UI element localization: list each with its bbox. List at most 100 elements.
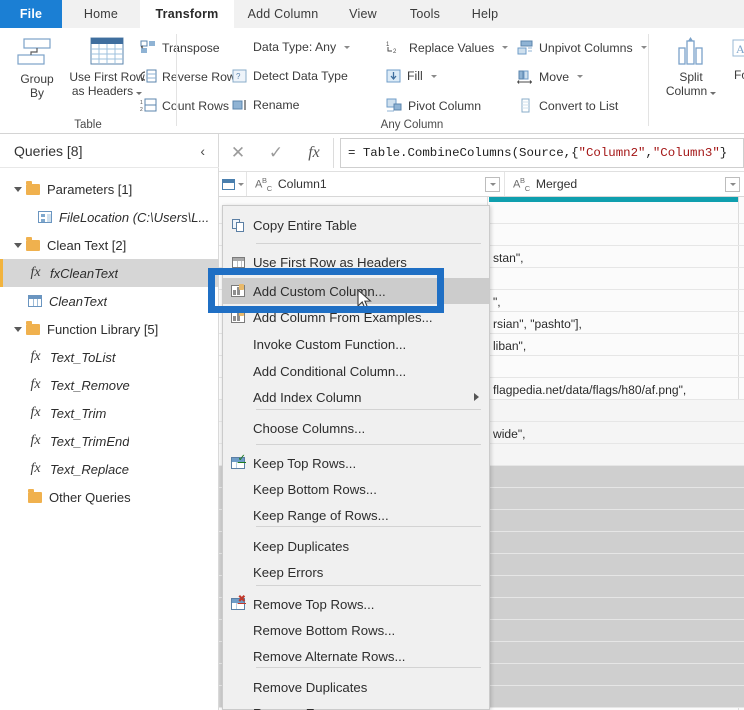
formula-divider <box>333 137 334 168</box>
menu-item-invoke-custom-function[interactable]: Invoke Custom Function... <box>223 331 489 357</box>
sidebar-item-parameters[interactable]: Parameters [1] <box>0 175 219 203</box>
column-header-column1[interactable]: ABC Column1 <box>247 172 505 196</box>
sidebar-item-filelocation[interactable]: FileLocation (C:\Users\L... <box>0 203 219 231</box>
expand-arrow-icon[interactable] <box>14 242 22 248</box>
menu-item-keep-range-of-rows[interactable]: Keep Range of Rows... <box>223 502 489 528</box>
data-type-label: Data Type: Any <box>253 40 337 54</box>
group-by-button[interactable]: Group By <box>6 36 68 100</box>
merged-filter-dropdown[interactable] <box>725 176 740 192</box>
group-by-icon <box>17 38 51 65</box>
use-first-row-as-headers-button[interactable]: Use First Row as Headers <box>66 36 148 98</box>
sidebar-item-label: Parameters [1] <box>47 181 133 197</box>
ribbon-group-text: SplitColumn A For <box>649 28 744 134</box>
sidebar-item-text-trimend[interactable]: fx Text_TrimEnd <box>0 427 219 455</box>
sidebar-item-label: Clean Text [2] <box>47 237 127 253</box>
menu-item-keep-top-rows[interactable]: ✓ Keep Top Rows... <box>223 450 489 476</box>
table-icon <box>28 295 42 307</box>
sidebar-item-fxcleantext[interactable]: fx fxCleanText <box>0 259 219 287</box>
convert-to-list-button[interactable]: Convert to List <box>517 98 618 113</box>
move-chevron-down-icon[interactable] <box>577 75 584 78</box>
menu-item-remove-alternate-rows[interactable]: Remove Alternate Rows... <box>223 643 489 669</box>
menu-item-keep-bottom-rows[interactable]: Keep Bottom Rows... <box>223 476 489 502</box>
formula-accept-button[interactable]: ✓ <box>257 134 295 171</box>
menu-item-add-index-column[interactable]: Add Index Column <box>223 384 489 410</box>
use-first-row-chevron-down-icon[interactable] <box>136 92 143 95</box>
expand-arrow-icon[interactable] <box>14 186 22 192</box>
menu-item-icon: ✖ <box>223 595 253 610</box>
formula-fx-button[interactable]: fx <box>295 134 333 171</box>
data-type-chevron-down-icon[interactable] <box>344 45 351 49</box>
folder-icon <box>26 236 40 251</box>
collapse-sidebar-button[interactable]: ‹ <box>196 143 209 159</box>
tab-tools[interactable]: Tools <box>394 0 456 28</box>
split-column-chevron-down-icon[interactable] <box>710 92 717 95</box>
add-column-from-examples-icon <box>231 310 245 323</box>
move-button[interactable]: Move <box>517 69 584 84</box>
expand-arrow-icon[interactable] <box>14 326 22 332</box>
tab-home[interactable]: Home <box>62 0 140 28</box>
rename-button[interactable]: Rename <box>232 98 299 112</box>
function-fx-icon: fx <box>30 433 41 448</box>
menu-separator <box>256 526 481 527</box>
submenu-chevron-right-icon[interactable] <box>474 393 479 401</box>
menu-item-remove-errors[interactable]: Remove Errors <box>223 700 489 710</box>
column-header-merged[interactable]: ABC Merged <box>505 172 744 196</box>
use-first-row-label-2: as Headers <box>71 84 134 98</box>
tab-view[interactable]: View <box>332 0 394 28</box>
replace-values-button[interactable]: 1 2 Replace Values <box>386 40 509 55</box>
select-all-columns-button[interactable] <box>219 172 247 196</box>
table-context-menu[interactable]: Copy Entire Table Use First Row as Header… <box>222 205 490 710</box>
data-type-dropdown[interactable]: Data Type: Any <box>253 40 351 54</box>
tab-file[interactable]: File <box>0 0 62 28</box>
tab-transform[interactable]: Transform <box>140 0 234 28</box>
pivot-column-button[interactable]: Pivot Column <box>386 98 481 113</box>
tab-help[interactable]: Help <box>456 0 514 28</box>
tab-add-column[interactable]: Add Column <box>234 0 332 28</box>
ribbon-group-table: Group By Use First Row as Headers Transp… <box>0 28 242 134</box>
menu-item-remove-duplicates[interactable]: Remove Duplicates <box>223 674 489 700</box>
sidebar-item-text-replace[interactable]: fx Text_Replace <box>0 455 219 483</box>
split-column-button[interactable]: Split Column <box>661 36 721 98</box>
menu-item-icon <box>223 310 253 323</box>
column1-filter-dropdown[interactable] <box>485 176 500 192</box>
unpivot-columns-button[interactable]: Unpivot Columns <box>517 40 647 55</box>
menu-item-add-column-from-examples[interactable]: Add Column From Examples... <box>223 304 489 330</box>
sidebar-item-function-library[interactable]: Function Library [5] <box>0 315 219 343</box>
sidebar-item-cleantext[interactable]: CleanText <box>0 287 219 315</box>
select-all-chevron-down-icon[interactable] <box>237 182 244 186</box>
menu-item-remove-top-rows[interactable]: ✖ Remove Top Rows... <box>223 591 489 617</box>
menu-item-label: Keep Duplicates <box>253 538 350 554</box>
menu-item-choose-columns[interactable]: Choose Columns... <box>223 415 489 441</box>
sidebar-item-text-trim[interactable]: fx Text_Trim <box>0 399 219 427</box>
menu-item-add-custom-column[interactable]: Add Custom Column... <box>223 278 489 304</box>
formula-cancel-button[interactable]: ✕ <box>219 134 257 171</box>
menu-item-label: Remove Duplicates <box>253 679 368 695</box>
detect-data-type-button[interactable]: ? Detect Data Type <box>232 69 348 83</box>
format-button[interactable]: A For <box>721 36 744 82</box>
sidebar-item-clean-text-folder[interactable]: Clean Text [2] <box>0 231 219 259</box>
fill-chevron-down-icon[interactable] <box>430 74 437 78</box>
formula-input[interactable]: = Table.CombineColumns(Source,{"Column2"… <box>340 137 744 168</box>
folder-icon <box>28 488 42 503</box>
ribbon-group-any-column: Data Type: Any ? Detect Data Type Rename <box>177 28 647 134</box>
move-label: Move <box>539 69 570 84</box>
sidebar-item-other-queries[interactable]: Other Queries <box>0 483 219 511</box>
menu-item-keep-errors[interactable]: Keep Errors <box>223 559 489 585</box>
replace-values-icon: 1 2 <box>386 42 397 55</box>
menu-item-use-first-row-as-headers[interactable]: Use First Row as Headers <box>223 249 489 275</box>
svg-text:1: 1 <box>140 100 143 106</box>
menu-item-add-conditional-column[interactable]: Add Conditional Column... <box>223 358 489 384</box>
fill-button[interactable]: Fill <box>386 69 437 83</box>
unpivot-columns-chevron-down-icon[interactable] <box>640 46 647 49</box>
menu-item-copy-entire-table[interactable]: Copy Entire Table <box>223 212 489 238</box>
formula-bar: ✕ ✓ fx = Table.CombineColumns(Source,{"C… <box>219 134 744 172</box>
remove-rows-icon: ✖ <box>231 595 246 610</box>
column-header-label: Column1 <box>277 177 327 191</box>
sidebar-item-text-remove[interactable]: fx Text_Remove <box>0 371 219 399</box>
group-by-label-1: Group <box>20 72 54 86</box>
replace-values-chevron-down-icon[interactable] <box>502 46 509 49</box>
chevron-down-icon <box>489 182 496 186</box>
menu-item-keep-duplicates[interactable]: Keep Duplicates <box>223 533 489 559</box>
menu-item-remove-bottom-rows[interactable]: Remove Bottom Rows... <box>223 617 489 643</box>
sidebar-item-text-tolist[interactable]: fx Text_ToList <box>0 343 219 371</box>
